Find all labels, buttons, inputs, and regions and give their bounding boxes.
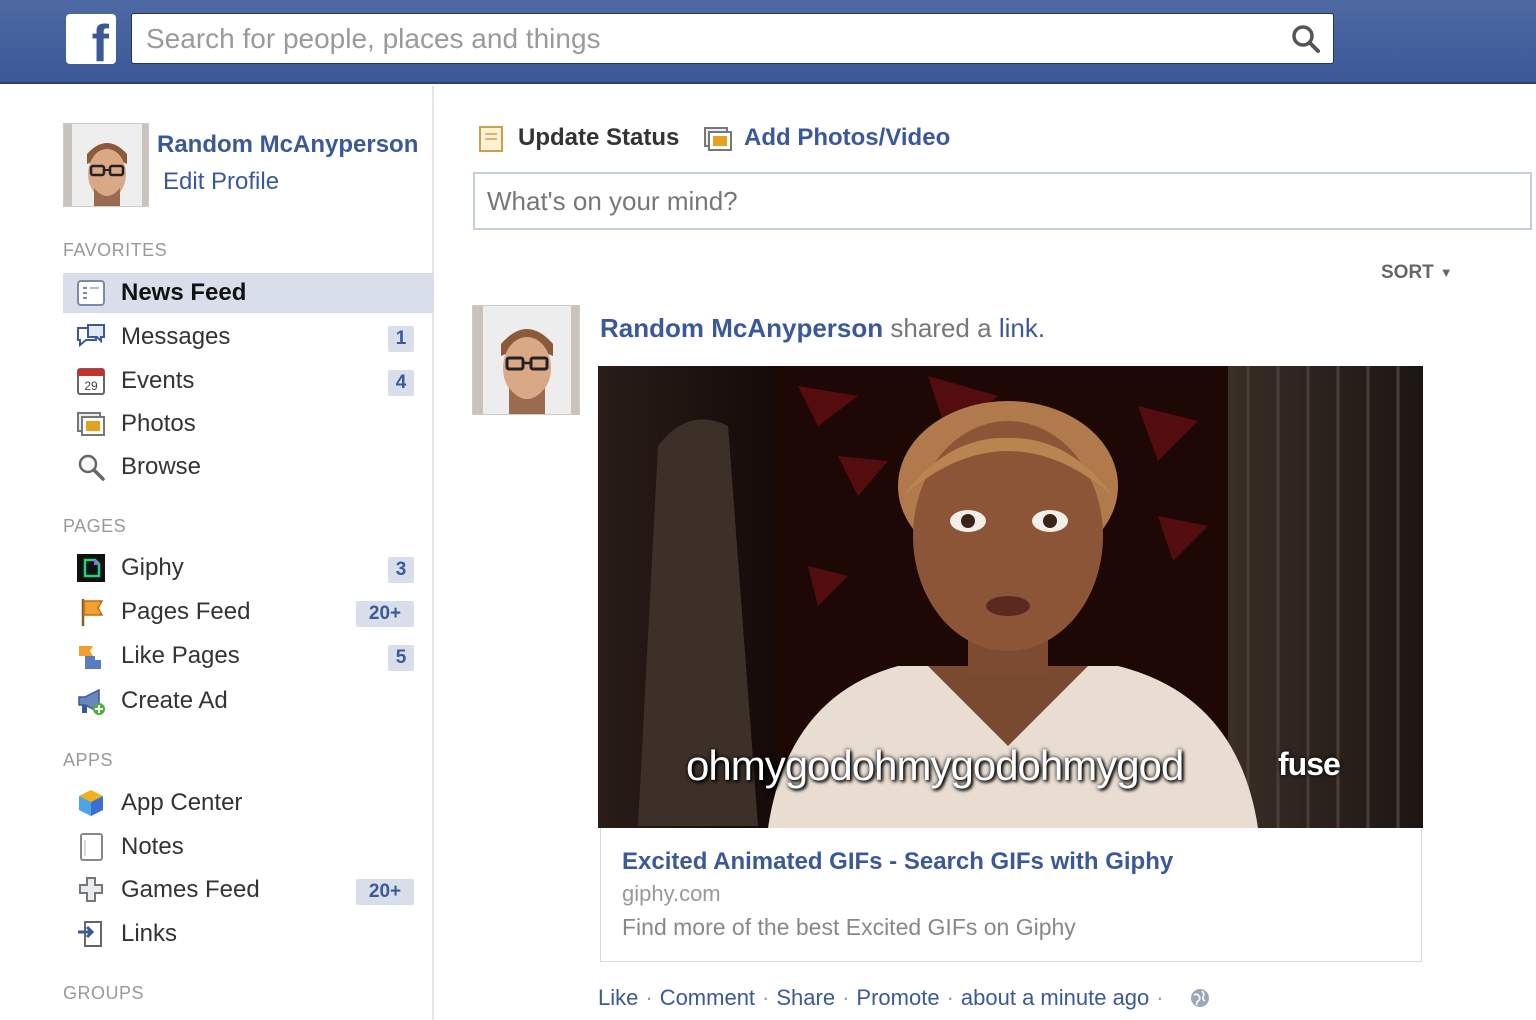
link-domain: giphy.com [622,881,721,906]
sidebar-item-label: Create Ad [121,687,228,714]
apps-heading: APPS [63,750,114,770]
post-author-avatar[interactable] [472,305,580,415]
timestamp-link[interactable]: about a minute ago [961,985,1149,1010]
sidebar-item-label: Like Pages [121,642,240,669]
like-link[interactable]: Like [598,985,638,1010]
sidebar-item-label: Games Feed [121,876,260,903]
sidebar-item-label: Photos [121,410,196,437]
top-bar: f [0,0,1536,84]
favorites-heading: FAVORITES [63,240,168,260]
gif-brand-watermark: fuse [1278,746,1341,782]
link-title[interactable]: Excited Animated GIFs - Search GIFs with… [622,848,1173,876]
footer-separator: · [946,985,954,1010]
pages-feed-count-badge: 20+ [356,601,414,627]
notes-icon [80,833,103,861]
post-link-word[interactable]: link. [999,313,1045,343]
promote-link[interactable]: Promote [856,985,939,1010]
post-author-link[interactable]: Random McAnyperson [600,313,883,343]
sidebar-item-label: Giphy [121,554,184,581]
add-photos-label: Add Photos/Video [744,124,951,151]
links-icon [78,921,102,947]
add-photos-tab[interactable]: Add Photos/Video [702,120,972,156]
messages-count-badge: 1 [388,326,414,352]
update-status-tab[interactable]: Update Status [476,120,686,156]
post-action-text: shared a [890,313,992,343]
footer-separator: · [762,985,770,1010]
like-pages-count-badge: 5 [388,645,414,671]
sidebar-item-create-ad[interactable]: Create Ad [63,681,434,721]
groups-heading: GROUPS [63,983,145,1003]
shared-gif-image[interactable]: ohmygodohmygodohmygod fuse [598,366,1423,828]
sidebar-item-label: Pages Feed [121,598,251,625]
sidebar-item-messages[interactable]: Messages 1 [63,317,434,357]
globe-icon[interactable] [1189,987,1211,1009]
update-status-label: Update Status [518,124,680,151]
sidebar-item-app-center[interactable]: App Center [63,783,434,823]
sidebar-item-links[interactable]: Links [63,914,434,954]
flag-icon [81,599,104,626]
puzzle-icon [79,877,103,902]
sidebar-item-label: Notes [121,833,184,860]
link-description: Find more of the best Excited GIFs on Gi… [622,914,1076,940]
sidebar-item-label: Links [121,920,178,947]
sidebar-item-label: Browse [121,453,202,480]
status-composer[interactable] [473,172,1532,230]
giphy-icon [77,554,105,582]
profile-avatar[interactable] [63,123,149,207]
pencil-note-icon [479,126,503,152]
sidebar-item-label: News Feed [121,279,247,306]
sidebar-item-like-pages[interactable]: Like Pages 5 [63,636,434,676]
sidebar-item-notes[interactable]: Notes [63,827,434,867]
link-preview-card[interactable]: Excited Animated GIFs - Search GIFs with… [600,828,1422,962]
sidebar-item-label: Events [121,367,195,394]
status-input[interactable] [475,174,1530,228]
search-box[interactable] [131,13,1334,64]
like-pages-icon [79,646,101,669]
caret-down-icon: ▼ [1439,265,1453,281]
profile-name-link[interactable]: Random McAnyperson [157,131,418,159]
sidebar-item-browse[interactable]: Browse [63,447,434,487]
svg-text:29: 29 [84,379,98,393]
sidebar-item-events[interactable]: 29 Events 4 [63,361,434,401]
sidebar-item-news-feed[interactable]: News Feed [63,273,434,313]
edit-profile-link[interactable]: Edit Profile [163,168,279,196]
footer-separator: · [645,985,653,1010]
megaphone-icon [78,688,105,715]
sidebar-item-games-feed[interactable]: Games Feed 20+ [63,870,434,910]
sidebar-item-label: Messages [121,323,231,350]
sort-dropdown[interactable]: SORT ▼ [1381,262,1453,284]
photos-icon [704,127,732,151]
post-header: Random McAnyperson shared a link. [600,313,1045,344]
footer-separator: · [842,985,850,1010]
events-count-badge: 4 [388,370,414,396]
pages-heading: PAGES [63,516,127,536]
search-icon[interactable] [1289,22,1323,56]
giphy-count-badge: 3 [388,557,414,583]
games-feed-count-badge: 20+ [356,879,414,905]
news-feed-icon [77,280,105,306]
calendar-icon: 29 [77,368,105,395]
sidebar-item-pages-feed[interactable]: Pages Feed 20+ [63,592,434,632]
footer-separator: · [1156,985,1164,1010]
gif-caption-text: ohmygodohmygodohmygod [686,742,1184,789]
app-center-icon [79,790,103,816]
left-sidebar: Random McAnyperson Edit Profile FAVORITE… [0,86,434,1020]
comment-link[interactable]: Comment [660,985,755,1010]
sidebar-item-label: App Center [121,789,243,816]
sidebar-item-giphy[interactable]: Giphy 3 [63,548,434,588]
sidebar-item-photos[interactable]: Photos [63,404,434,444]
photos-icon [77,412,105,436]
messages-icon [77,324,105,348]
post-footer: Like · Comment · Share · Promote · about a minut… [598,985,1211,1011]
share-link[interactable]: Share [776,985,835,1010]
magnifier-icon [78,454,105,481]
search-input[interactable] [132,14,1262,63]
facebook-logo-icon[interactable]: f [66,14,116,64]
sort-label: SORT [1381,262,1434,283]
